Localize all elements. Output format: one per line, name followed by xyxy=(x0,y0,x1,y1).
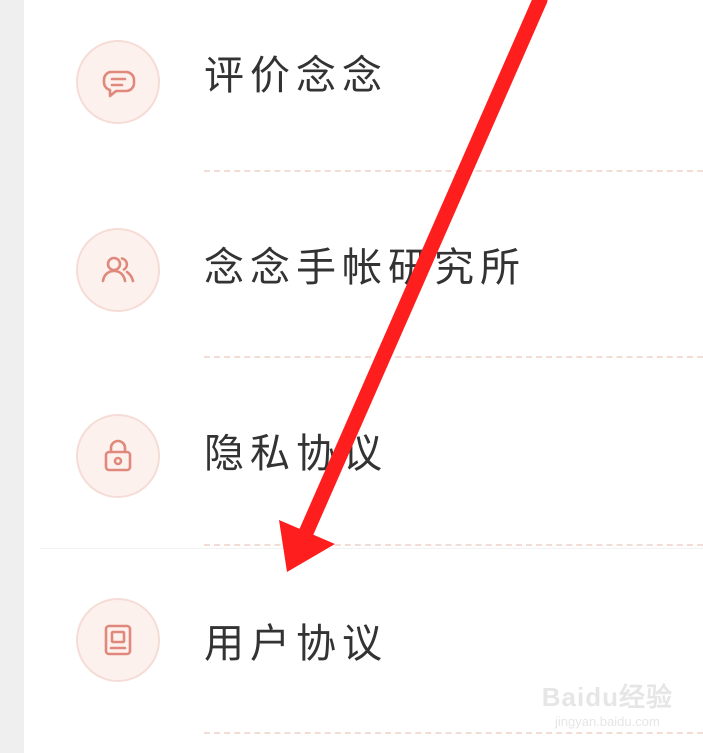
menu-item-label: 用户协议 xyxy=(204,621,388,667)
menu-item-privacy[interactable]: 隐私协议 xyxy=(24,360,703,546)
divider xyxy=(204,732,703,734)
lock-icon xyxy=(76,414,160,498)
chat-bubble-icon xyxy=(76,40,160,124)
menu-item-label: 隐私协议 xyxy=(204,431,388,477)
menu-item-label: 念念手帐研究所 xyxy=(204,245,526,291)
menu-item-label: 评价念念 xyxy=(204,53,388,99)
menu-item-rate[interactable]: 评价念念 xyxy=(24,0,703,174)
left-edge-strip xyxy=(0,0,24,753)
divider xyxy=(204,356,703,358)
document-icon xyxy=(76,598,160,682)
divider xyxy=(204,544,703,546)
menu-item-lab[interactable]: 念念手帐研究所 xyxy=(24,174,703,360)
watermark-brand: Baidu经验 xyxy=(541,682,673,712)
baidu-watermark: Baidu经验 jingyan.baidu.com xyxy=(542,677,673,729)
divider xyxy=(204,170,703,172)
users-icon xyxy=(76,228,160,312)
watermark-url: jingyan.baidu.com xyxy=(554,714,660,729)
